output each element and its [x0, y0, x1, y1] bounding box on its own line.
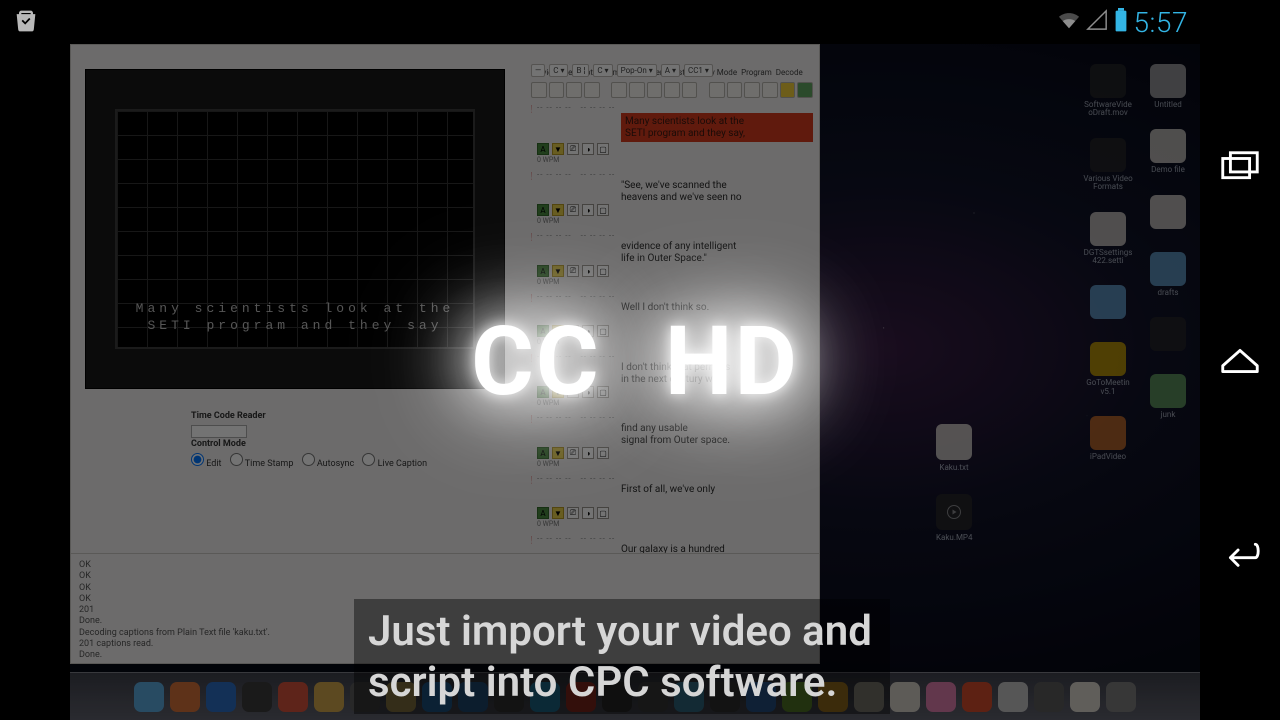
dock-app-icon — [134, 682, 164, 712]
cpc-icon-toolbar[interactable] — [531, 79, 813, 101]
cpc-monitor-caption-line1: Many scientists look at the — [117, 300, 473, 318]
dock-app-icon — [206, 682, 236, 712]
dock-app-icon — [1070, 682, 1100, 712]
recent-apps-button[interactable] — [1215, 145, 1265, 195]
cue-text: First of all, we've only — [621, 484, 813, 506]
cell-signal-icon — [1086, 9, 1108, 35]
dock-app-icon — [314, 682, 344, 712]
cue-text: evidence of any intelligentlife in Outer… — [621, 241, 813, 264]
play-store-icon — [12, 6, 40, 38]
status-clock: 5:57 — [1134, 6, 1188, 39]
dock-app-icon — [278, 682, 308, 712]
dock-app-icon — [926, 682, 956, 712]
cue-text: "See, we've scanned theheavens and we've… — [621, 180, 813, 203]
android-status-bar: 5:57 — [0, 0, 1200, 44]
cpc-preview-monitor: Many scientists look at the SETI program… — [85, 69, 505, 389]
cpc-controls[interactable]: Time Code Reader Control Mode Edit Time … — [191, 411, 531, 469]
video-frame[interactable]: SoftwareVide oDraft.mov Various Video Fo… — [70, 44, 1200, 720]
dock-app-icon — [962, 682, 992, 712]
cue-row[interactable]: !-- -- -- -- -- -- -- --evidence of any … — [531, 231, 813, 286]
back-button[interactable] — [1215, 525, 1265, 575]
cpc-toolstrip-cells[interactable]: — C ▾ B ¦ C ▾ Pop-On ▾ A ▾ CC1 ▾ — [531, 63, 813, 77]
cue-text: Many scientists look at theSETI program … — [621, 113, 813, 142]
cue-row[interactable]: !-- -- -- -- -- -- -- --First of all, we… — [531, 474, 813, 528]
dock-app-icon — [998, 682, 1028, 712]
mode-edit-radio[interactable] — [191, 453, 204, 466]
hd-badge: HD — [665, 306, 799, 418]
cue-row[interactable]: !-- -- -- -- -- -- -- --Many scientists … — [531, 103, 813, 164]
wifi-icon — [1058, 9, 1080, 35]
mode-timestamp-radio[interactable] — [230, 453, 243, 466]
cc-hd-overlay: CC HD — [471, 306, 799, 418]
mode-autosync-radio[interactable] — [302, 453, 315, 466]
desktop-file-mov: Kaku.MP4 — [936, 494, 972, 542]
caption-line2: script into CPC software. — [368, 658, 876, 708]
dock-app-icon — [170, 682, 200, 712]
home-button[interactable] — [1215, 335, 1265, 385]
dock-app-icon — [242, 682, 272, 712]
cue-row[interactable]: !-- -- -- -- -- -- -- --find any usables… — [531, 413, 813, 468]
caption-line1: Just import your video and — [368, 607, 876, 657]
cue-text: find any usablesignal from Outer space. — [621, 423, 813, 446]
dock-app-icon — [1034, 682, 1064, 712]
desktop-file-txt: Kaku.txt — [936, 424, 972, 472]
mode-live-radio[interactable] — [362, 453, 375, 466]
battery-icon — [1114, 8, 1128, 36]
cpc-monitor-caption-line2: SETI program and they say — [117, 317, 473, 335]
dock-app-icon — [1106, 682, 1136, 712]
cue-row[interactable]: !-- -- -- -- -- -- -- --"See, we've scan… — [531, 170, 813, 225]
android-nav-bar — [1200, 0, 1280, 720]
video-caption: Just import your video and script into C… — [354, 599, 890, 714]
dock-app-icon — [890, 682, 920, 712]
cc-badge: CC — [471, 306, 601, 418]
timecode-input[interactable] — [191, 425, 247, 438]
